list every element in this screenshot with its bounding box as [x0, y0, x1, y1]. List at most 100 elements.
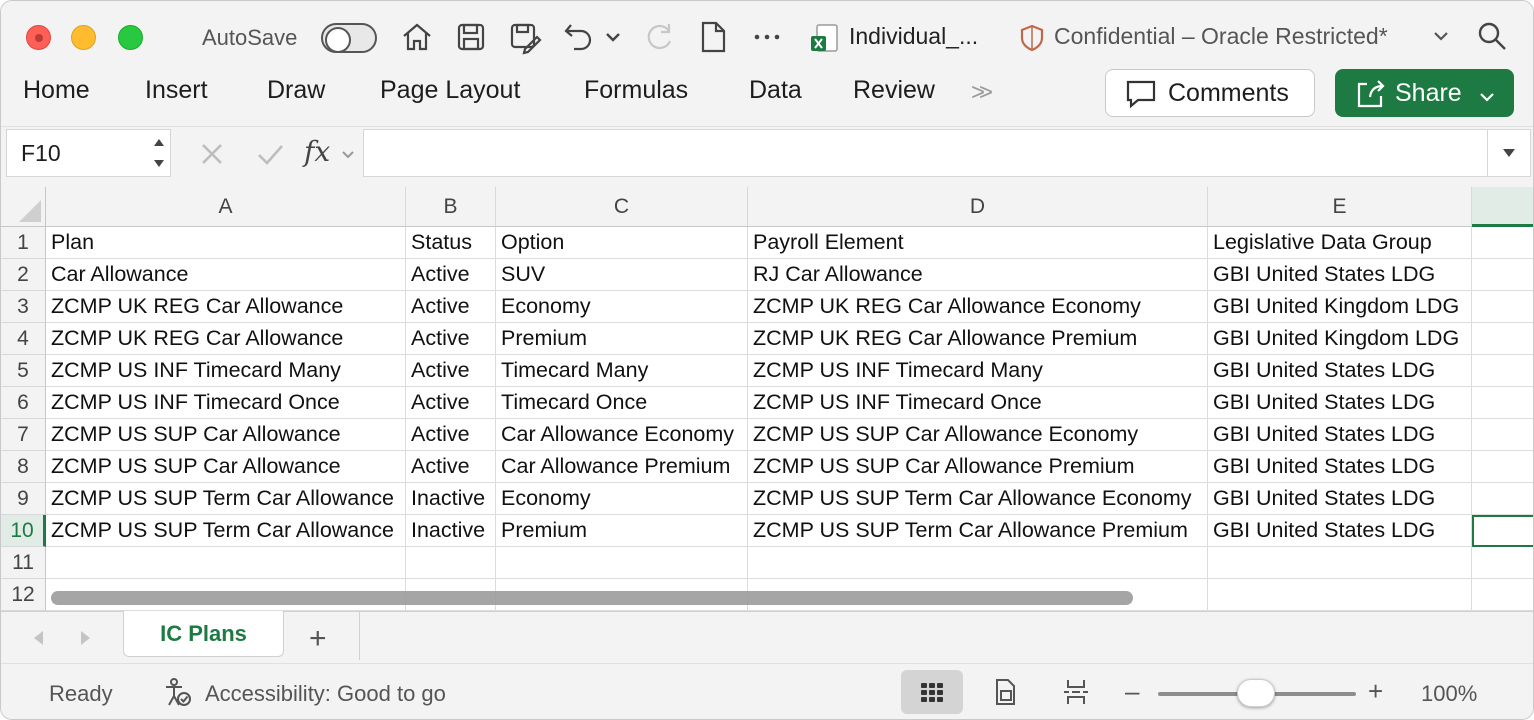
row-header[interactable]: 5 [1, 355, 46, 387]
table-cell[interactable]: Timecard Once [496, 387, 748, 419]
row-header[interactable]: 2 [1, 259, 46, 291]
table-cell[interactable]: Active [406, 419, 496, 451]
tab-home[interactable]: Home [23, 76, 90, 105]
accessibility-status[interactable]: Accessibility: Good to go [205, 681, 446, 707]
zoom-out-button[interactable]: – [1125, 676, 1139, 707]
table-cell[interactable]: ZCMP US SUP Term Car Allowance [46, 515, 406, 547]
maximize-window-button[interactable] [118, 25, 143, 50]
column-header[interactable]: E [1208, 187, 1472, 227]
table-cell[interactable]: Legislative Data Group [1208, 227, 1472, 259]
column-header[interactable]: D [748, 187, 1208, 227]
zoom-slider-thumb[interactable] [1237, 679, 1275, 707]
table-cell[interactable]: ZCMP US INF Timecard Many [748, 355, 1208, 387]
sensitivity-label[interactable]: Confidential – Oracle Restricted* [1054, 23, 1388, 50]
close-window-button[interactable] [26, 25, 51, 50]
row-header[interactable]: 7 [1, 419, 46, 451]
autosave-toggle[interactable] [321, 23, 377, 53]
new-doc-icon[interactable] [695, 19, 731, 55]
chevron-down-icon[interactable] [1432, 27, 1450, 45]
undo-icon[interactable] [561, 19, 597, 55]
table-cell[interactable]: Car Allowance Premium [496, 451, 748, 483]
fx-icon[interactable]: fx [304, 135, 330, 168]
table-cell[interactable]: Active [406, 451, 496, 483]
table-cell[interactable]: RJ Car Allowance [748, 259, 1208, 291]
table-cell[interactable]: Timecard Many [496, 355, 748, 387]
tab-data[interactable]: Data [749, 76, 802, 105]
save-as-icon[interactable] [507, 19, 543, 55]
sheet-tab-ic-plans[interactable]: IC Plans [123, 611, 284, 657]
table-cell[interactable] [1472, 579, 1533, 611]
table-cell[interactable]: Status [406, 227, 496, 259]
tab-insert[interactable]: Insert [145, 76, 208, 105]
column-header[interactable] [1472, 187, 1533, 227]
table-cell[interactable]: ZCMP US SUP Car Allowance [46, 419, 406, 451]
row-header[interactable]: 9 [1, 483, 46, 515]
table-cell[interactable] [46, 547, 406, 579]
table-cell[interactable]: Inactive [406, 515, 496, 547]
table-cell[interactable]: Inactive [406, 483, 496, 515]
table-cell[interactable] [1472, 387, 1533, 419]
home-icon[interactable] [399, 19, 435, 55]
column-header[interactable]: B [406, 187, 496, 227]
table-cell[interactable]: Active [406, 387, 496, 419]
confirm-icon[interactable] [255, 139, 285, 169]
save-icon[interactable] [453, 19, 489, 55]
share-button[interactable]: Share [1335, 69, 1514, 117]
page-layout-view-button[interactable] [974, 670, 1036, 714]
row-header[interactable]: 8 [1, 451, 46, 483]
table-cell[interactable] [1208, 579, 1472, 611]
table-cell[interactable]: GBI United States LDG [1208, 355, 1472, 387]
row-header[interactable]: 1 [1, 227, 46, 259]
table-cell[interactable]: ZCMP UK REG Car Allowance [46, 291, 406, 323]
table-cell[interactable]: Premium [496, 515, 748, 547]
table-cell[interactable] [1472, 291, 1533, 323]
table-cell[interactable]: GBI United States LDG [1208, 483, 1472, 515]
table-cell[interactable]: ZCMP UK REG Car Allowance [46, 323, 406, 355]
table-cell[interactable]: Active [406, 355, 496, 387]
zoom-in-button[interactable]: + [1368, 676, 1383, 707]
table-cell[interactable]: ZCMP US SUP Car Allowance Economy [748, 419, 1208, 451]
row-header[interactable]: 6 [1, 387, 46, 419]
table-cell[interactable]: Plan [46, 227, 406, 259]
table-cell[interactable] [1472, 355, 1533, 387]
add-sheet-button[interactable]: + [309, 622, 327, 656]
table-cell[interactable]: Premium [496, 323, 748, 355]
name-box[interactable]: F10 [6, 129, 171, 177]
document-name[interactable]: Individual_... [849, 23, 978, 50]
table-cell[interactable] [1472, 483, 1533, 515]
table-cell[interactable]: SUV [496, 259, 748, 291]
table-cell[interactable] [1472, 547, 1533, 579]
table-cell[interactable] [1472, 451, 1533, 483]
table-cell[interactable] [1472, 259, 1533, 291]
table-cell[interactable]: GBI United States LDG [1208, 515, 1472, 547]
row-header[interactable]: 3 [1, 291, 46, 323]
zoom-level[interactable]: 100% [1421, 681, 1477, 707]
table-cell[interactable] [496, 547, 748, 579]
normal-view-button[interactable] [901, 670, 963, 714]
table-cell[interactable]: ZCMP US SUP Car Allowance Premium [748, 451, 1208, 483]
horizontal-scrollbar[interactable] [51, 591, 1133, 605]
table-cell[interactable]: Car Allowance Economy [496, 419, 748, 451]
row-header[interactable]: 11 [1, 547, 46, 579]
table-cell[interactable] [1472, 323, 1533, 355]
table-cell[interactable]: Economy [496, 291, 748, 323]
table-cell[interactable]: ZCMP US INF Timecard Many [46, 355, 406, 387]
table-cell[interactable]: Active [406, 291, 496, 323]
table-cell[interactable]: GBI United Kingdom LDG [1208, 291, 1472, 323]
column-header[interactable]: C [496, 187, 748, 227]
table-cell[interactable]: Option [496, 227, 748, 259]
table-cell[interactable]: ZCMP US INF Timecard Once [748, 387, 1208, 419]
shield-icon[interactable] [1019, 23, 1045, 53]
minimize-window-button[interactable] [71, 25, 96, 50]
name-box-stepper-icon[interactable] [152, 134, 166, 172]
select-all-corner[interactable] [1, 187, 46, 227]
redo-icon[interactable] [641, 19, 677, 55]
selected-cell[interactable] [1472, 515, 1533, 547]
table-cell[interactable]: GBI United Kingdom LDG [1208, 323, 1472, 355]
table-cell[interactable]: GBI United States LDG [1208, 387, 1472, 419]
next-sheet-icon[interactable] [75, 628, 95, 648]
table-cell[interactable]: Economy [496, 483, 748, 515]
table-cell[interactable]: Car Allowance [46, 259, 406, 291]
formula-input[interactable] [363, 129, 1493, 177]
column-header[interactable]: A [46, 187, 406, 227]
